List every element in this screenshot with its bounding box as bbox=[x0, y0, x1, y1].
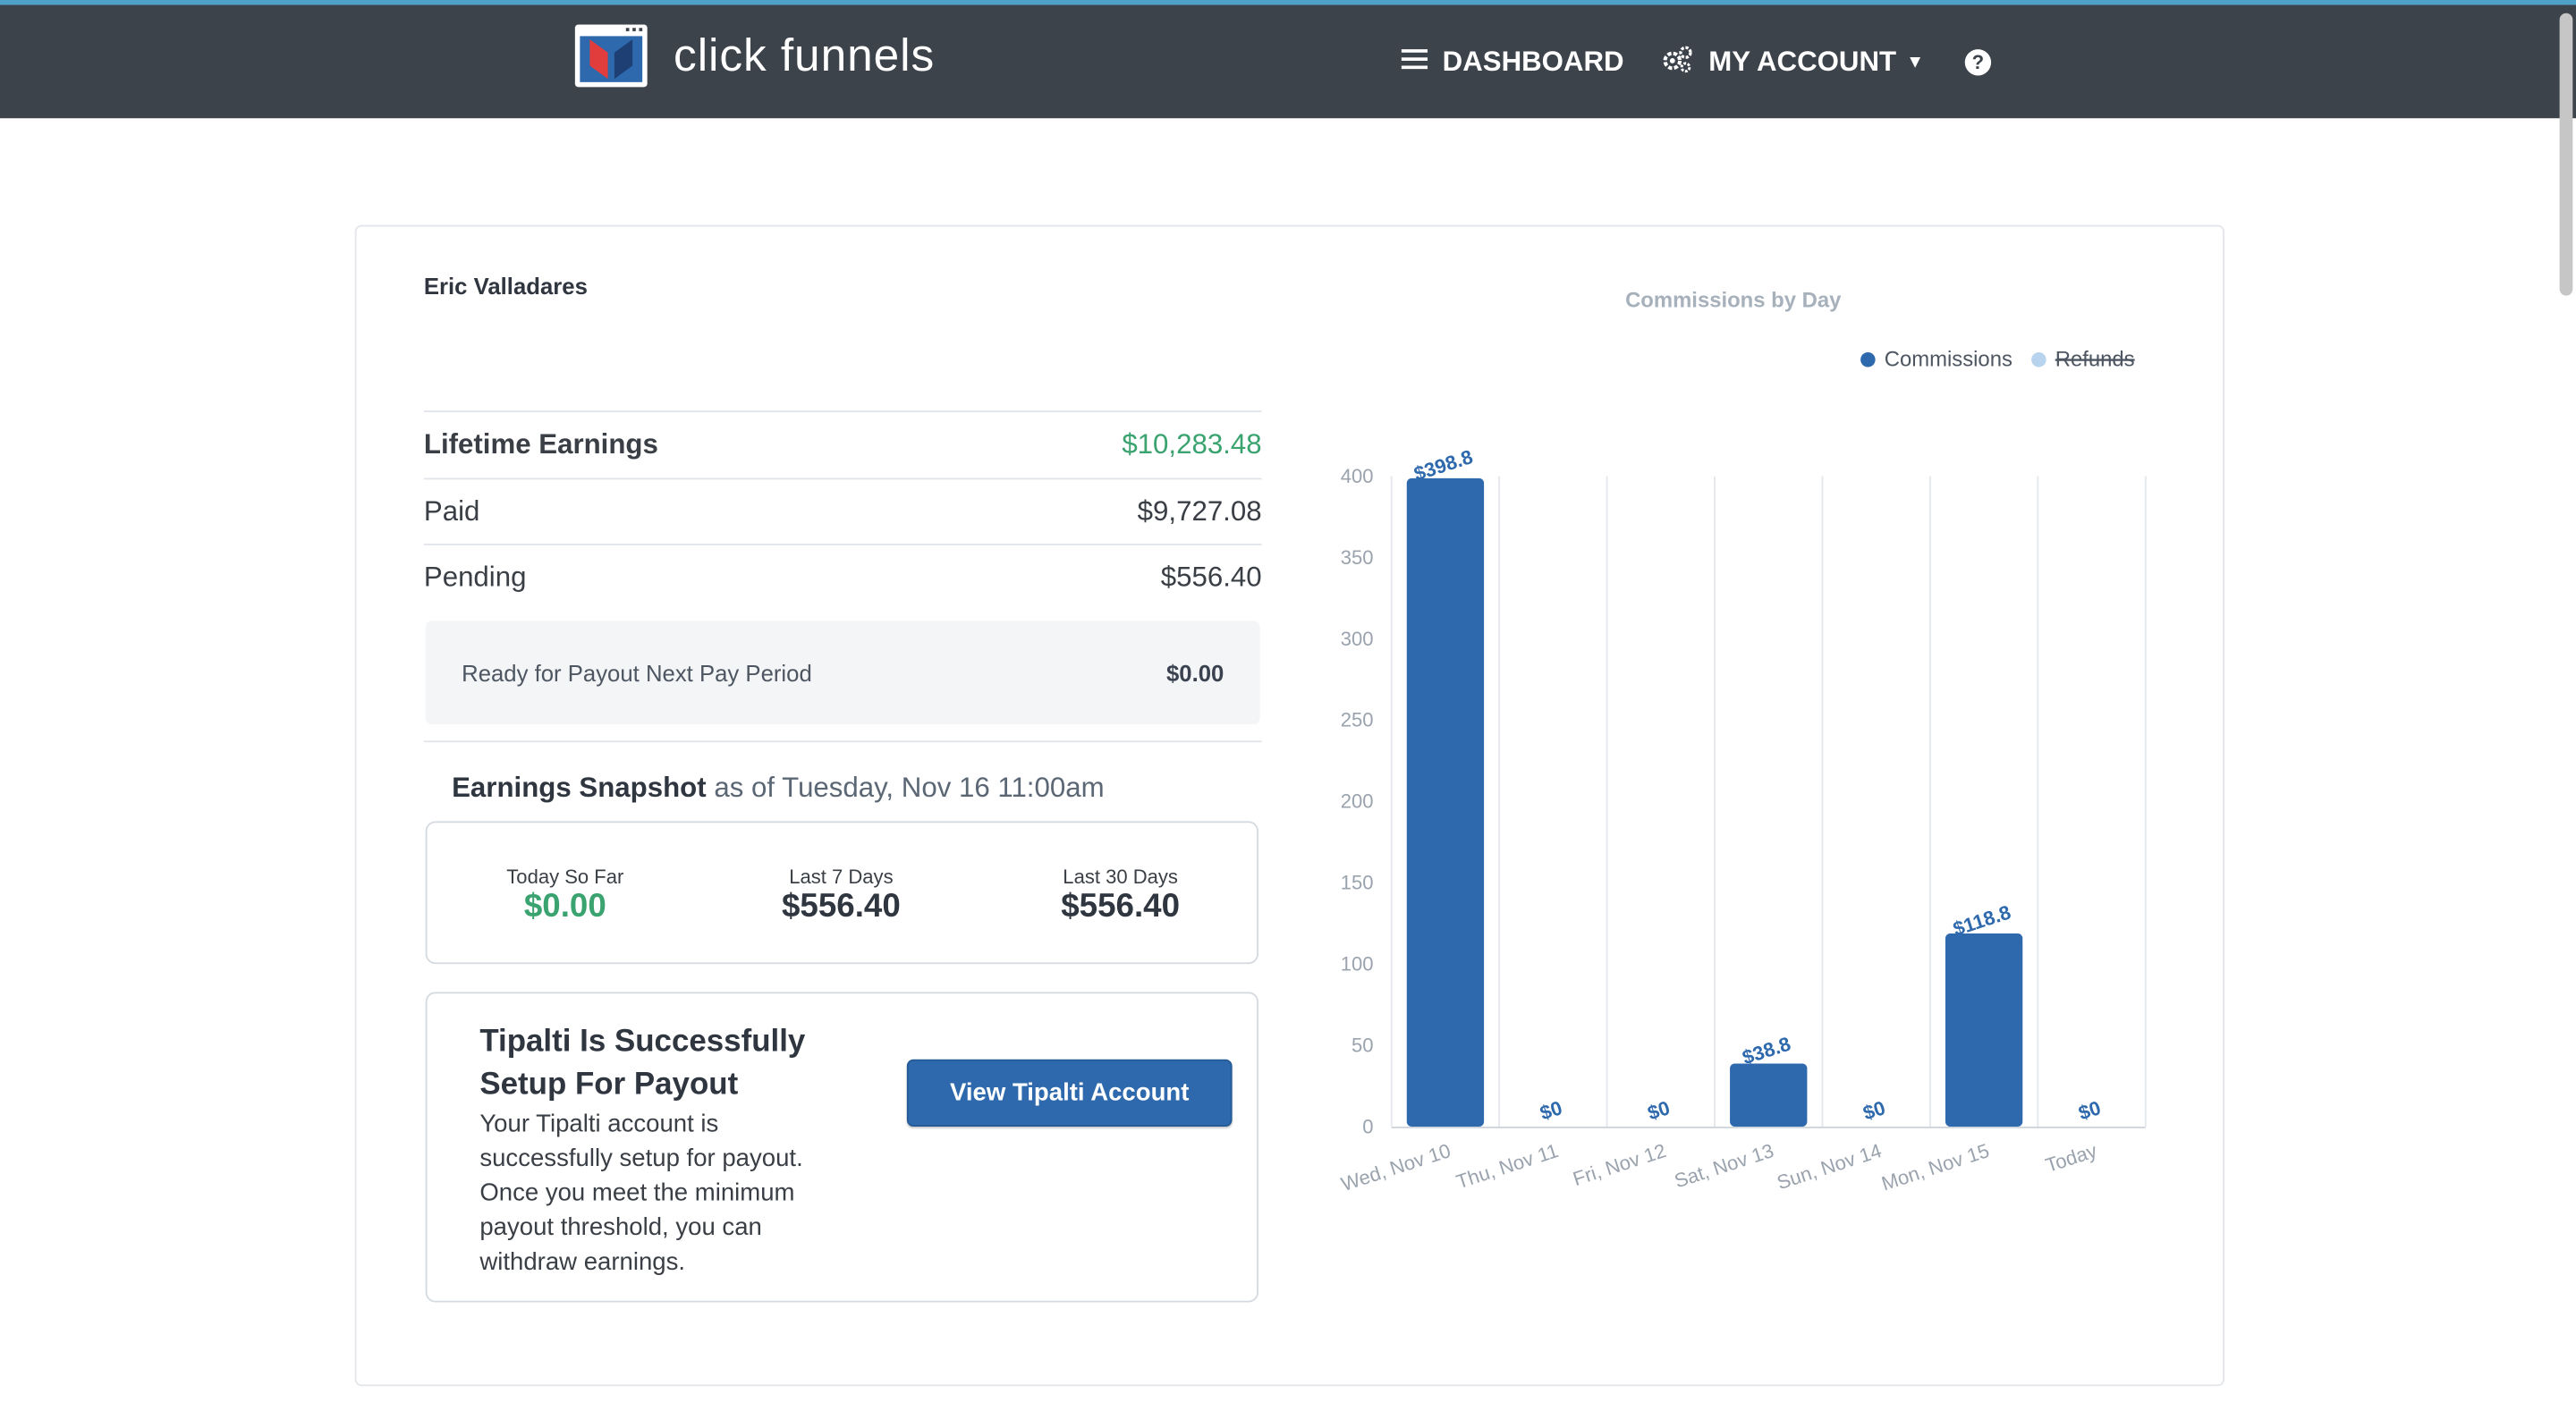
nav-my-account[interactable]: MY ACCOUNT ▼ bbox=[1661, 43, 1924, 82]
y-tick-label: 250 bbox=[1341, 709, 1374, 731]
affiliate-name: Eric Valladares bbox=[423, 272, 588, 300]
chart-legend: Commissions Refunds bbox=[1860, 348, 2135, 372]
y-tick-label: 0 bbox=[1362, 1115, 1373, 1137]
bar-5[interactable] bbox=[1945, 933, 2023, 1127]
data-label-4: $0 bbox=[1860, 1096, 1888, 1124]
pending-value: $556.40 bbox=[1160, 562, 1262, 594]
stat-last-30-days: Last 30 Days $556.40 bbox=[997, 866, 1244, 926]
earnings-snapshot-title: Earnings Snapshot as of Tuesday, Nov 16 … bbox=[452, 772, 1104, 805]
x-axis: Wed, Nov 10 Thu, Nov 11 Fri, Nov 12 Sat, No… bbox=[1338, 1139, 2099, 1195]
bar-3[interactable] bbox=[1730, 1063, 1808, 1127]
tipalti-title: Tipalti Is Successfully Setup For Payout bbox=[479, 1025, 806, 1102]
y-tick-label: 50 bbox=[1352, 1034, 1374, 1056]
legend-marker-commissions[interactable] bbox=[1860, 351, 1876, 367]
x-tick-label: Sun, Nov 14 bbox=[1775, 1139, 1885, 1194]
y-tick-label: 200 bbox=[1341, 790, 1374, 813]
stat-last-30-days-label: Last 30 Days bbox=[1063, 865, 1178, 889]
chart-bars: $398.8$0 $0$38.8$0$118.8$0 bbox=[1406, 445, 2104, 1127]
data-label-6: $0 bbox=[2076, 1096, 2104, 1124]
x-tick-label: Mon, Nov 15 bbox=[1878, 1139, 1992, 1195]
lifetime-earnings-value: $10,283.48 bbox=[1122, 428, 1262, 460]
ready-for-payout-value: $0.00 bbox=[1165, 659, 1224, 686]
paid-row: Paid $9,727.08 bbox=[423, 477, 1262, 545]
y-tick-label: 400 bbox=[1341, 465, 1374, 487]
data-label-2: $0 bbox=[1645, 1096, 1673, 1124]
scrollbar-thumb[interactable] bbox=[2559, 13, 2573, 296]
gears-icon bbox=[1661, 44, 1694, 81]
data-label-1: $0 bbox=[1538, 1096, 1565, 1124]
tipalti-description: Your Tipalti account is successfully set… bbox=[479, 1110, 803, 1277]
x-tick-label: Sat, Nov 13 bbox=[1672, 1139, 1776, 1192]
section-divider bbox=[423, 740, 1262, 743]
top-navbar bbox=[0, 4, 2576, 119]
brand-name[interactable]: click funnels bbox=[674, 30, 935, 82]
caret-down-icon: ▼ bbox=[1906, 52, 1925, 72]
lifetime-earnings-row: Lifetime Earnings $10,283.48 bbox=[423, 410, 1262, 477]
lifetime-earnings-label: Lifetime Earnings bbox=[423, 428, 658, 460]
legend-marker-refunds[interactable] bbox=[2031, 351, 2046, 367]
nav-dashboard[interactable]: DASHBOARD bbox=[1401, 43, 1624, 82]
ready-for-payout-box: Ready for Payout Next Pay Period $0.00 bbox=[425, 621, 1260, 724]
stat-today: Today So Far $0.00 bbox=[442, 866, 689, 926]
commissions-by-day-chart: Commissions by Day Commissions Refunds 0 5… bbox=[1338, 288, 2147, 1195]
earnings-snapshot-heading: Earnings Snapshot bbox=[452, 772, 707, 804]
pending-label: Pending bbox=[423, 562, 527, 594]
x-tick-label: Wed, Nov 10 bbox=[1338, 1139, 1453, 1195]
earnings-snapshot-box: Today So Far $0.00 Last 7 Days $556.40 L… bbox=[425, 821, 1258, 965]
ready-for-payout-label: Ready for Payout Next Pay Period bbox=[462, 659, 812, 686]
earnings-snapshot-date: as of Tuesday, Nov 16 11:00am bbox=[714, 772, 1105, 804]
y-tick-label: 100 bbox=[1341, 953, 1374, 976]
nav-dashboard-label: DASHBOARD bbox=[1442, 46, 1624, 78]
y-axis: 0 50 100 150 200 250 300 350 400 bbox=[1341, 465, 1374, 1137]
legend-label-refunds[interactable]: Refunds bbox=[2055, 348, 2135, 372]
y-tick-label: 150 bbox=[1341, 872, 1374, 894]
y-tick-label: 350 bbox=[1341, 546, 1374, 569]
x-tick-label: Thu, Nov 11 bbox=[1453, 1139, 1561, 1193]
hamburger-menu-icon bbox=[1401, 46, 1428, 79]
stat-today-value: $0.00 bbox=[523, 888, 606, 925]
x-tick-label: Fri, Nov 12 bbox=[1570, 1139, 1668, 1190]
stat-last-7-days: Last 7 Days $556.40 bbox=[718, 866, 965, 926]
paid-label: Paid bbox=[423, 495, 480, 528]
data-label-3: $38.8 bbox=[1740, 1033, 1793, 1069]
paid-value: $9,727.08 bbox=[1137, 495, 1262, 528]
stat-last-30-days-value: $556.40 bbox=[1061, 888, 1181, 925]
stat-today-label: Today So Far bbox=[506, 865, 624, 889]
stat-last-7-days-value: $556.40 bbox=[781, 888, 901, 925]
y-tick-label: 300 bbox=[1341, 628, 1374, 650]
pending-row: Pending $556.40 bbox=[423, 543, 1262, 611]
view-tipalti-account-button[interactable]: View Tipalti Account bbox=[906, 1059, 1233, 1127]
help-icon[interactable]: ? bbox=[1964, 49, 1992, 76]
clickfunnels-logo-icon[interactable] bbox=[573, 23, 648, 89]
x-tick-label: Today bbox=[2043, 1139, 2100, 1177]
bar-0[interactable] bbox=[1406, 477, 1485, 1127]
chart-title: Commissions by Day bbox=[1625, 288, 1842, 312]
nav-my-account-label: MY ACCOUNT bbox=[1708, 46, 1897, 78]
legend-label-commissions[interactable]: Commissions bbox=[1885, 348, 2012, 372]
stat-last-7-days-label: Last 7 Days bbox=[789, 865, 894, 889]
chart-grid bbox=[1390, 476, 2147, 1128]
